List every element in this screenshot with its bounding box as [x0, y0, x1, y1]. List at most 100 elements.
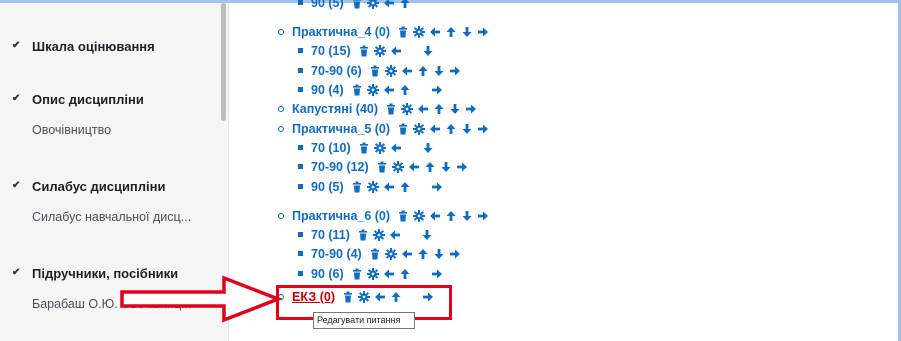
- arrow-down-icon[interactable]: [448, 102, 462, 116]
- sidebar-section-syllabus[interactable]: ✔ Силабус дисципліни Силабус навчальної д…: [0, 179, 191, 224]
- arrow-left-icon[interactable]: [400, 247, 414, 261]
- tree-item-90[interactable]: 90 (4): [298, 81, 446, 98]
- arrow-left-icon[interactable]: [382, 267, 396, 281]
- arrow-up-icon[interactable]: [423, 160, 437, 174]
- arrow-left-icon[interactable]: [382, 0, 396, 10]
- arrow-left-icon[interactable]: [382, 83, 396, 97]
- sidebar-section-grading-scale[interactable]: ✔ Шкала оцінювання: [0, 39, 155, 54]
- bullet: [298, 0, 303, 5]
- arrow-up-icon[interactable]: [444, 209, 458, 223]
- arrow-up-icon[interactable]: [432, 102, 446, 116]
- tooltip: Редагувати питання: [313, 312, 415, 329]
- sidebar-scrollbar[interactable]: [221, 3, 226, 121]
- bullet: [298, 145, 303, 150]
- arrow-right-icon[interactable]: [455, 160, 469, 174]
- gear-icon[interactable]: [373, 141, 387, 155]
- tree-item-70[interactable]: 70 (15): [298, 42, 437, 59]
- trash-icon[interactable]: [384, 102, 398, 116]
- gear-icon[interactable]: [366, 83, 380, 97]
- sidebar-item-vegetable-growing[interactable]: Овочівництво: [0, 123, 144, 137]
- gear-icon[interactable]: [412, 122, 426, 136]
- arrow-down-icon[interactable]: [460, 209, 474, 223]
- arrow-left-icon[interactable]: [428, 122, 442, 136]
- tree-item-70[interactable]: 70 (11): [298, 226, 436, 243]
- tree-item-partial[interactable]: 90 (5): [298, 0, 414, 11]
- arrow-left-icon[interactable]: [400, 64, 414, 78]
- gear-icon[interactable]: [366, 180, 380, 194]
- trash-icon[interactable]: [350, 83, 364, 97]
- sidebar-item-syllabus[interactable]: Силабус навчальної дисц...: [0, 210, 191, 224]
- arrow-up-icon[interactable]: [398, 267, 412, 281]
- arrow-up-icon[interactable]: [398, 83, 412, 97]
- arrow-right-icon[interactable]: [430, 83, 444, 97]
- tree-item-70-90[interactable]: 70-90 (12): [298, 158, 471, 175]
- trash-icon[interactable]: [396, 209, 410, 223]
- arrow-down-icon[interactable]: [432, 247, 446, 261]
- gear-icon[interactable]: [400, 102, 414, 116]
- gear-icon[interactable]: [384, 64, 398, 78]
- arrow-right-icon[interactable]: [430, 180, 444, 194]
- trash-icon[interactable]: [357, 44, 371, 58]
- arrow-right-icon[interactable]: [448, 64, 462, 78]
- trash-icon[interactable]: [350, 180, 364, 194]
- trash-icon[interactable]: [396, 122, 410, 136]
- gear-icon[interactable]: [391, 160, 405, 174]
- trash-icon[interactable]: [396, 25, 410, 39]
- arrow-right-icon[interactable]: [464, 102, 478, 116]
- trash-icon[interactable]: [368, 64, 382, 78]
- gear-icon[interactable]: [372, 228, 386, 242]
- arrow-right-icon[interactable]: [476, 209, 490, 223]
- arrow-down-icon[interactable]: [421, 44, 435, 58]
- tree-item-70[interactable]: 70 (10): [298, 139, 437, 156]
- tree-item-70-90[interactable]: 70-90 (4): [298, 245, 464, 262]
- arrow-down-icon[interactable]: [460, 122, 474, 136]
- tree-item-70-90[interactable]: 70-90 (6): [298, 62, 464, 79]
- arrow-right-icon[interactable]: [476, 122, 490, 136]
- gear-icon[interactable]: [384, 247, 398, 261]
- trash-icon[interactable]: [357, 141, 371, 155]
- trash-icon[interactable]: [350, 267, 364, 281]
- arrow-down-icon[interactable]: [460, 25, 474, 39]
- tree-item-practical-5[interactable]: Практична_5 (0): [278, 120, 492, 137]
- trash-icon[interactable]: [368, 247, 382, 261]
- arrow-down-icon[interactable]: [432, 64, 446, 78]
- arrow-down-icon[interactable]: [420, 228, 434, 242]
- gear-icon[interactable]: [412, 25, 426, 39]
- arrow-up-icon[interactable]: [444, 122, 458, 136]
- arrow-up-icon[interactable]: [416, 64, 430, 78]
- arrow-up-icon[interactable]: [416, 247, 430, 261]
- gear-icon[interactable]: [366, 0, 380, 10]
- sidebar-section-course-description[interactable]: ✔ Опис дисципліни Овочівництво: [0, 92, 144, 137]
- section-title: Шкала оцінювання: [32, 39, 155, 54]
- arrow-up-icon[interactable]: [398, 180, 412, 194]
- arrow-left-icon[interactable]: [389, 44, 403, 58]
- arrow-up-icon[interactable]: [444, 25, 458, 39]
- tree-item-90[interactable]: 90 (5): [298, 178, 446, 195]
- trash-icon[interactable]: [350, 0, 364, 10]
- arrow-left-icon[interactable]: [428, 209, 442, 223]
- trash-icon[interactable]: [375, 160, 389, 174]
- gear-icon[interactable]: [366, 267, 380, 281]
- tree-item-cabbage[interactable]: Капустяні (40): [278, 100, 480, 117]
- gear-icon[interactable]: [373, 44, 387, 58]
- arrow-left-icon[interactable]: [389, 141, 403, 155]
- arrow-up-icon[interactable]: [398, 0, 412, 10]
- arrow-left-icon[interactable]: [416, 102, 430, 116]
- arrow-left-icon[interactable]: [428, 25, 442, 39]
- arrow-right-icon[interactable]: [476, 25, 490, 39]
- arrow-left-icon[interactable]: [382, 180, 396, 194]
- bullet: [278, 212, 284, 219]
- arrow-right-icon[interactable]: [448, 247, 462, 261]
- arrow-down-icon[interactable]: [421, 141, 435, 155]
- section-title: Силабус дисципліни: [32, 179, 166, 194]
- arrow-right-icon[interactable]: [430, 267, 444, 281]
- tree-item-practical-4[interactable]: Практична_4 (0): [278, 23, 492, 40]
- arrow-down-icon[interactable]: [439, 160, 453, 174]
- trash-icon[interactable]: [356, 228, 370, 242]
- gear-icon[interactable]: [412, 209, 426, 223]
- tree-item-90[interactable]: 90 (6): [298, 265, 446, 282]
- arrow-left-icon[interactable]: [388, 228, 402, 242]
- check-icon: ✔: [12, 267, 21, 278]
- arrow-left-icon[interactable]: [407, 160, 421, 174]
- tree-item-practical-6[interactable]: Практична_6 (0): [278, 207, 492, 224]
